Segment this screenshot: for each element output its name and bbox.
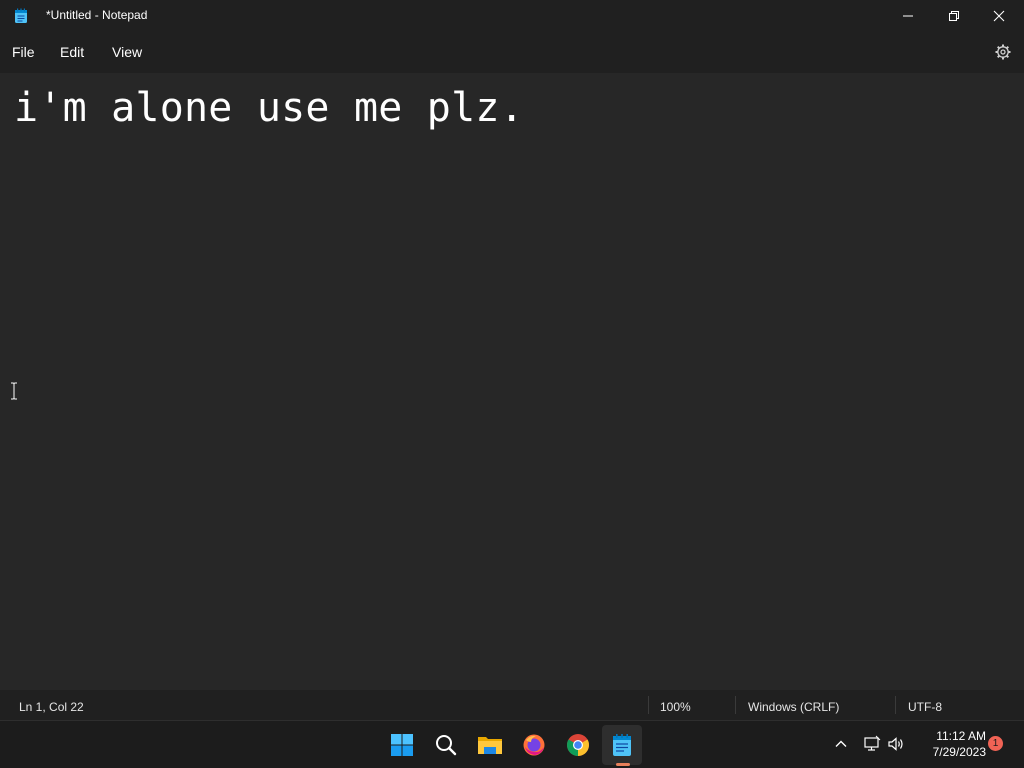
start-button[interactable]	[382, 725, 422, 765]
desktop-screen: *Untitled - Notepad File Edit View i'm a…	[0, 0, 1024, 768]
cursor-position: Ln 1, Col 22	[19, 700, 84, 714]
editor-content[interactable]: i'm alone use me plz.	[14, 85, 524, 131]
file-explorer-button[interactable]	[470, 725, 510, 765]
notepad-icon	[613, 734, 631, 756]
chrome-icon	[567, 734, 589, 756]
restore-icon	[949, 10, 959, 21]
minimize-button[interactable]	[885, 0, 931, 31]
search-icon	[436, 735, 457, 756]
clock-date: 7/29/2023	[932, 745, 986, 759]
notepad-taskbar-button[interactable]	[602, 725, 642, 765]
title-bar[interactable]: *Untitled - Notepad	[0, 0, 1024, 31]
clock-time: 11:12 AM	[936, 729, 986, 743]
chevron-up-icon[interactable]	[832, 735, 850, 753]
status-divider	[735, 696, 736, 714]
taskbar: 11:12 AM 7/29/2023	[0, 720, 1024, 768]
volume-icon[interactable]	[887, 735, 905, 753]
network-icon[interactable]	[863, 735, 881, 753]
notification-badge[interactable]: 1	[988, 736, 1003, 751]
firefox-icon	[523, 734, 545, 756]
status-bar: Ln 1, Col 22 100% Windows (CRLF) UTF-8	[0, 690, 1024, 720]
menu-file[interactable]: File	[12, 44, 35, 60]
windows-start-icon	[391, 734, 413, 756]
gear-icon[interactable]	[994, 43, 1012, 61]
restore-button[interactable]	[931, 0, 977, 31]
encoding: UTF-8	[908, 700, 942, 714]
text-editor[interactable]: i'm alone use me plz.	[0, 73, 1024, 690]
window-title: *Untitled - Notepad	[46, 8, 148, 22]
text-cursor-icon	[11, 382, 17, 400]
close-button[interactable]	[976, 0, 1022, 31]
chrome-button[interactable]	[558, 725, 598, 765]
zoom-level: 100%	[660, 700, 691, 714]
close-icon	[993, 10, 1005, 21]
status-divider	[648, 696, 649, 714]
status-divider	[895, 696, 896, 714]
file-explorer-icon	[478, 737, 502, 754]
active-app-indicator	[616, 763, 630, 766]
system-clock[interactable]: 11:12 AM 7/29/2023	[912, 728, 986, 760]
search-button[interactable]	[426, 725, 466, 765]
line-endings: Windows (CRLF)	[748, 700, 840, 714]
notepad-icon	[15, 8, 27, 23]
minimize-icon	[903, 15, 913, 16]
menu-edit[interactable]: Edit	[60, 44, 84, 60]
menu-bar: File Edit View	[0, 31, 1024, 73]
menu-view[interactable]: View	[112, 44, 142, 60]
firefox-button[interactable]	[514, 725, 554, 765]
